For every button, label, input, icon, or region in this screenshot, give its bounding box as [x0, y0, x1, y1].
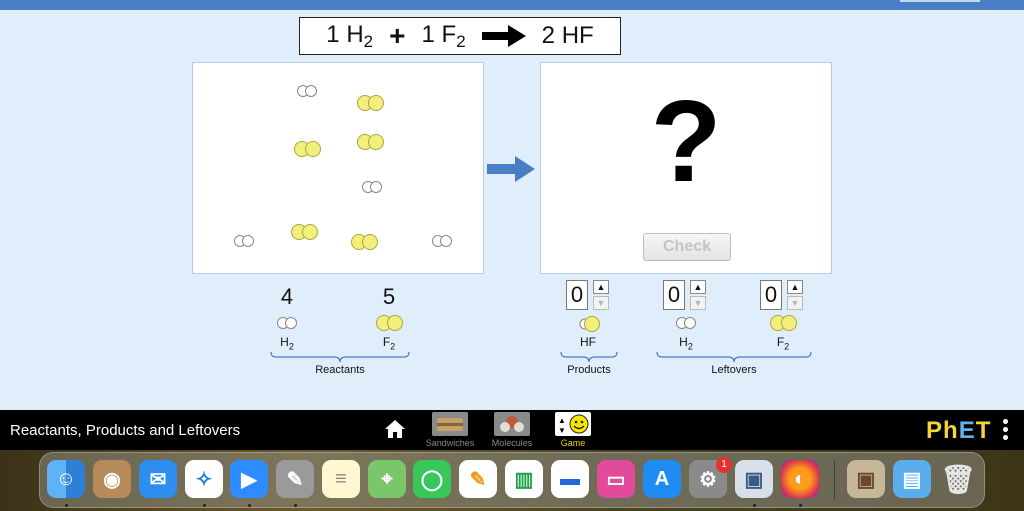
f2-molecule	[294, 141, 321, 157]
running-indicator	[65, 504, 68, 507]
reactants-label: Reactants	[315, 364, 365, 376]
maps-icon[interactable]: ⌖	[368, 460, 406, 498]
reactant2-term: 1 F2	[421, 20, 466, 51]
product-term: 2 HF	[541, 22, 594, 49]
reaction-arrow-icon	[481, 25, 526, 47]
safari-icon[interactable]: ✧	[185, 460, 223, 498]
phet-logo[interactable]: PhET	[926, 417, 991, 445]
h2-label: H2	[280, 335, 294, 352]
zoom-icon[interactable]: ▶	[230, 460, 268, 498]
reactants-box	[192, 62, 484, 274]
dock-separator	[834, 460, 835, 500]
increment-button[interactable]: ▲	[593, 280, 609, 294]
sim-area: 1 H2 + 1 F2 2 HF ? Check 4 5 H2 F2 0 ▲ ▼…	[0, 0, 1024, 410]
contacts-icon[interactable]: ◉	[93, 460, 131, 498]
decrement-button[interactable]: ▼	[593, 296, 609, 310]
plus-sign: +	[389, 20, 406, 51]
h2-molecule	[297, 85, 317, 97]
increment-button[interactable]: ▲	[787, 280, 803, 294]
svg-text:▲: ▲	[558, 416, 566, 425]
decrement-button[interactable]: ▼	[787, 296, 803, 310]
f2-molecule-icon	[376, 315, 403, 331]
downloads-folder-icon[interactable]: ▤	[893, 460, 931, 498]
hf-product-value: 0	[566, 280, 588, 310]
svg-text:▼: ▼	[558, 426, 566, 435]
h2-leftover-label: H2	[679, 335, 693, 352]
h2-leftover-value: 0	[663, 280, 685, 310]
messages-icon[interactable]: ◯	[413, 460, 451, 498]
running-indicator	[248, 504, 251, 507]
products-label: Products	[567, 364, 611, 376]
h2-molecule	[362, 181, 382, 193]
top-stripe	[0, 0, 1024, 10]
navigation-bar: Reactants, Products and Leftovers Sandwi…	[0, 410, 1024, 450]
molecules-icon	[494, 412, 530, 436]
h2-count: 4	[280, 284, 294, 309]
pages-icon[interactable]: ✎	[459, 460, 497, 498]
running-indicator	[753, 504, 756, 507]
numbers-icon[interactable]: ▥	[505, 460, 543, 498]
leftovers-label: Leftovers	[711, 364, 757, 376]
f2-molecule-icon	[770, 315, 797, 331]
sim-title: Reactants, Products and Leftovers	[10, 422, 241, 439]
question-mark: ?	[650, 76, 722, 206]
f2-molecule	[291, 224, 318, 240]
photo-folder-icon[interactable]: ▣	[847, 460, 885, 498]
notes-icon[interactable]: ≡	[322, 460, 360, 498]
screen-molecules[interactable]: Molecules	[484, 412, 540, 448]
f2-molecule	[357, 95, 384, 111]
running-indicator	[799, 504, 802, 507]
running-indicator	[203, 504, 206, 507]
firefox-icon[interactable]: ◐	[781, 460, 819, 498]
decrement-button[interactable]: ▼	[690, 296, 706, 310]
increment-button[interactable]: ▲	[690, 280, 706, 294]
preview-icon[interactable]: ▣	[735, 460, 773, 498]
hf-molecule-icon	[579, 316, 600, 332]
h2-molecule-icon	[277, 317, 297, 329]
trash-icon[interactable]: 🗑	[939, 460, 977, 498]
h2-molecule	[432, 235, 452, 247]
phet-menu-icon[interactable]	[1003, 419, 1009, 443]
keynote-icon[interactable]: ▬	[551, 460, 589, 498]
f2-leftover-label: F2	[776, 335, 790, 352]
running-indicator	[294, 504, 297, 507]
top-stripe-tab	[900, 0, 980, 2]
h2-leftover-spinner: 0 ▲ ▼	[663, 280, 709, 310]
hf-product-spinner: 0 ▲ ▼	[566, 280, 612, 310]
f2-count: 5	[382, 284, 396, 309]
products-box: ? Check	[540, 62, 832, 274]
app-store-icon[interactable]: A	[643, 460, 681, 498]
f2-molecule	[351, 234, 378, 250]
f2-label: F2	[382, 335, 396, 352]
f2-molecule	[357, 134, 384, 150]
reactant1-term: 1 H2	[326, 20, 374, 51]
mail-icon[interactable]: ✉	[139, 460, 177, 498]
finder-icon[interactable]: ☺	[47, 460, 85, 498]
products-brace	[560, 351, 618, 363]
notification-badge: 1	[716, 457, 732, 473]
screen-sandwiches[interactable]: Sandwiches	[422, 412, 478, 448]
home-icon[interactable]	[384, 418, 406, 440]
leftovers-brace	[656, 351, 812, 363]
h2-molecule-icon	[676, 317, 696, 329]
game-smiley-icon: ▲▼	[555, 412, 591, 436]
f2-leftover-spinner: 0 ▲ ▼	[760, 280, 806, 310]
script-editor-icon[interactable]: ✎	[276, 460, 314, 498]
screen-game[interactable]: ▲ ▼ Game	[545, 412, 601, 448]
screens-icon[interactable]: ▭	[597, 460, 635, 498]
reactants-brace	[270, 351, 410, 363]
sandwich-icon	[432, 412, 468, 436]
hf-label: HF	[580, 335, 596, 349]
reaction-flow-arrow-icon	[487, 156, 535, 182]
f2-leftover-value: 0	[760, 280, 782, 310]
check-button[interactable]: Check	[643, 233, 731, 261]
chemical-equation: 1 H2 + 1 F2 2 HF	[299, 17, 621, 55]
h2-molecule	[234, 235, 254, 247]
